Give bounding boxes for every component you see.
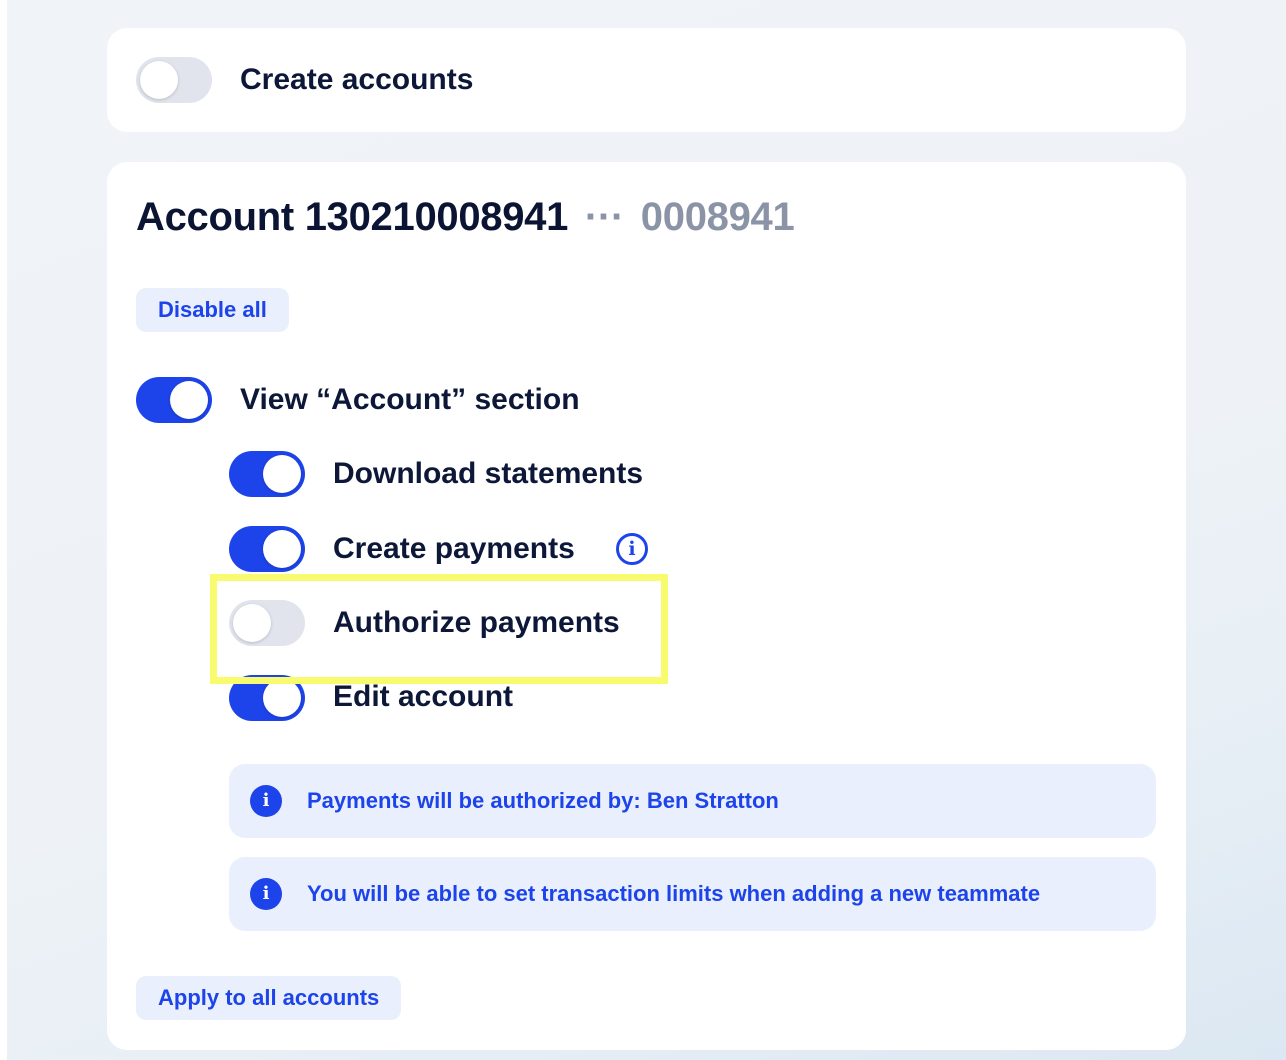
account-name: Account 130210008941 — [136, 195, 569, 239]
authorize-payments-toggle[interactable] — [229, 600, 305, 646]
toggle-knob — [233, 604, 271, 642]
apply-to-all-accounts-button[interactable]: Apply to all accounts — [136, 976, 402, 1020]
create-accounts-card: Create accounts — [107, 28, 1186, 132]
toggle-knob — [263, 530, 301, 568]
toggle-knob — [263, 455, 301, 493]
toggle-knob — [170, 381, 208, 419]
create-payments-label: Create payments — [333, 532, 575, 565]
transaction-limits-notice: i You will be able to set transaction li… — [229, 857, 1156, 931]
edit-account-label: Edit account — [333, 680, 514, 713]
info-icon: i — [250, 878, 282, 910]
create-accounts-label: Create accounts — [240, 63, 474, 96]
notice-text: Payments will be authorized by: Ben Stra… — [307, 788, 779, 813]
info-icon: i — [250, 785, 282, 817]
download-statements-toggle[interactable] — [229, 451, 305, 497]
create-payments-toggle[interactable] — [229, 526, 305, 572]
toggle-knob — [263, 679, 301, 717]
download-statements-label: Download statements — [333, 457, 644, 490]
authorize-payments-label: Authorize payments — [333, 606, 620, 639]
view-account-toggle[interactable] — [136, 377, 212, 423]
account-masked-number: 0008941 — [640, 195, 795, 239]
edit-account-toggle[interactable] — [229, 675, 305, 721]
separator-dots: ··· — [584, 195, 624, 239]
info-icon[interactable]: i — [616, 533, 648, 565]
authorizer-notice: i Payments will be authorized by: Ben St… — [229, 764, 1156, 838]
view-account-label: View “Account” section — [240, 383, 580, 416]
disable-all-button[interactable]: Disable all — [136, 288, 289, 332]
toggle-knob — [140, 61, 178, 99]
create-accounts-toggle[interactable] — [136, 57, 212, 103]
account-permissions-card: Account 130210008941 ··· 0008941 Disable… — [107, 162, 1186, 1050]
account-title: Account 130210008941 ··· 0008941 — [136, 194, 795, 240]
left-edge-strip — [0, 0, 7, 1060]
notice-text: You will be able to set transaction limi… — [307, 881, 1041, 906]
